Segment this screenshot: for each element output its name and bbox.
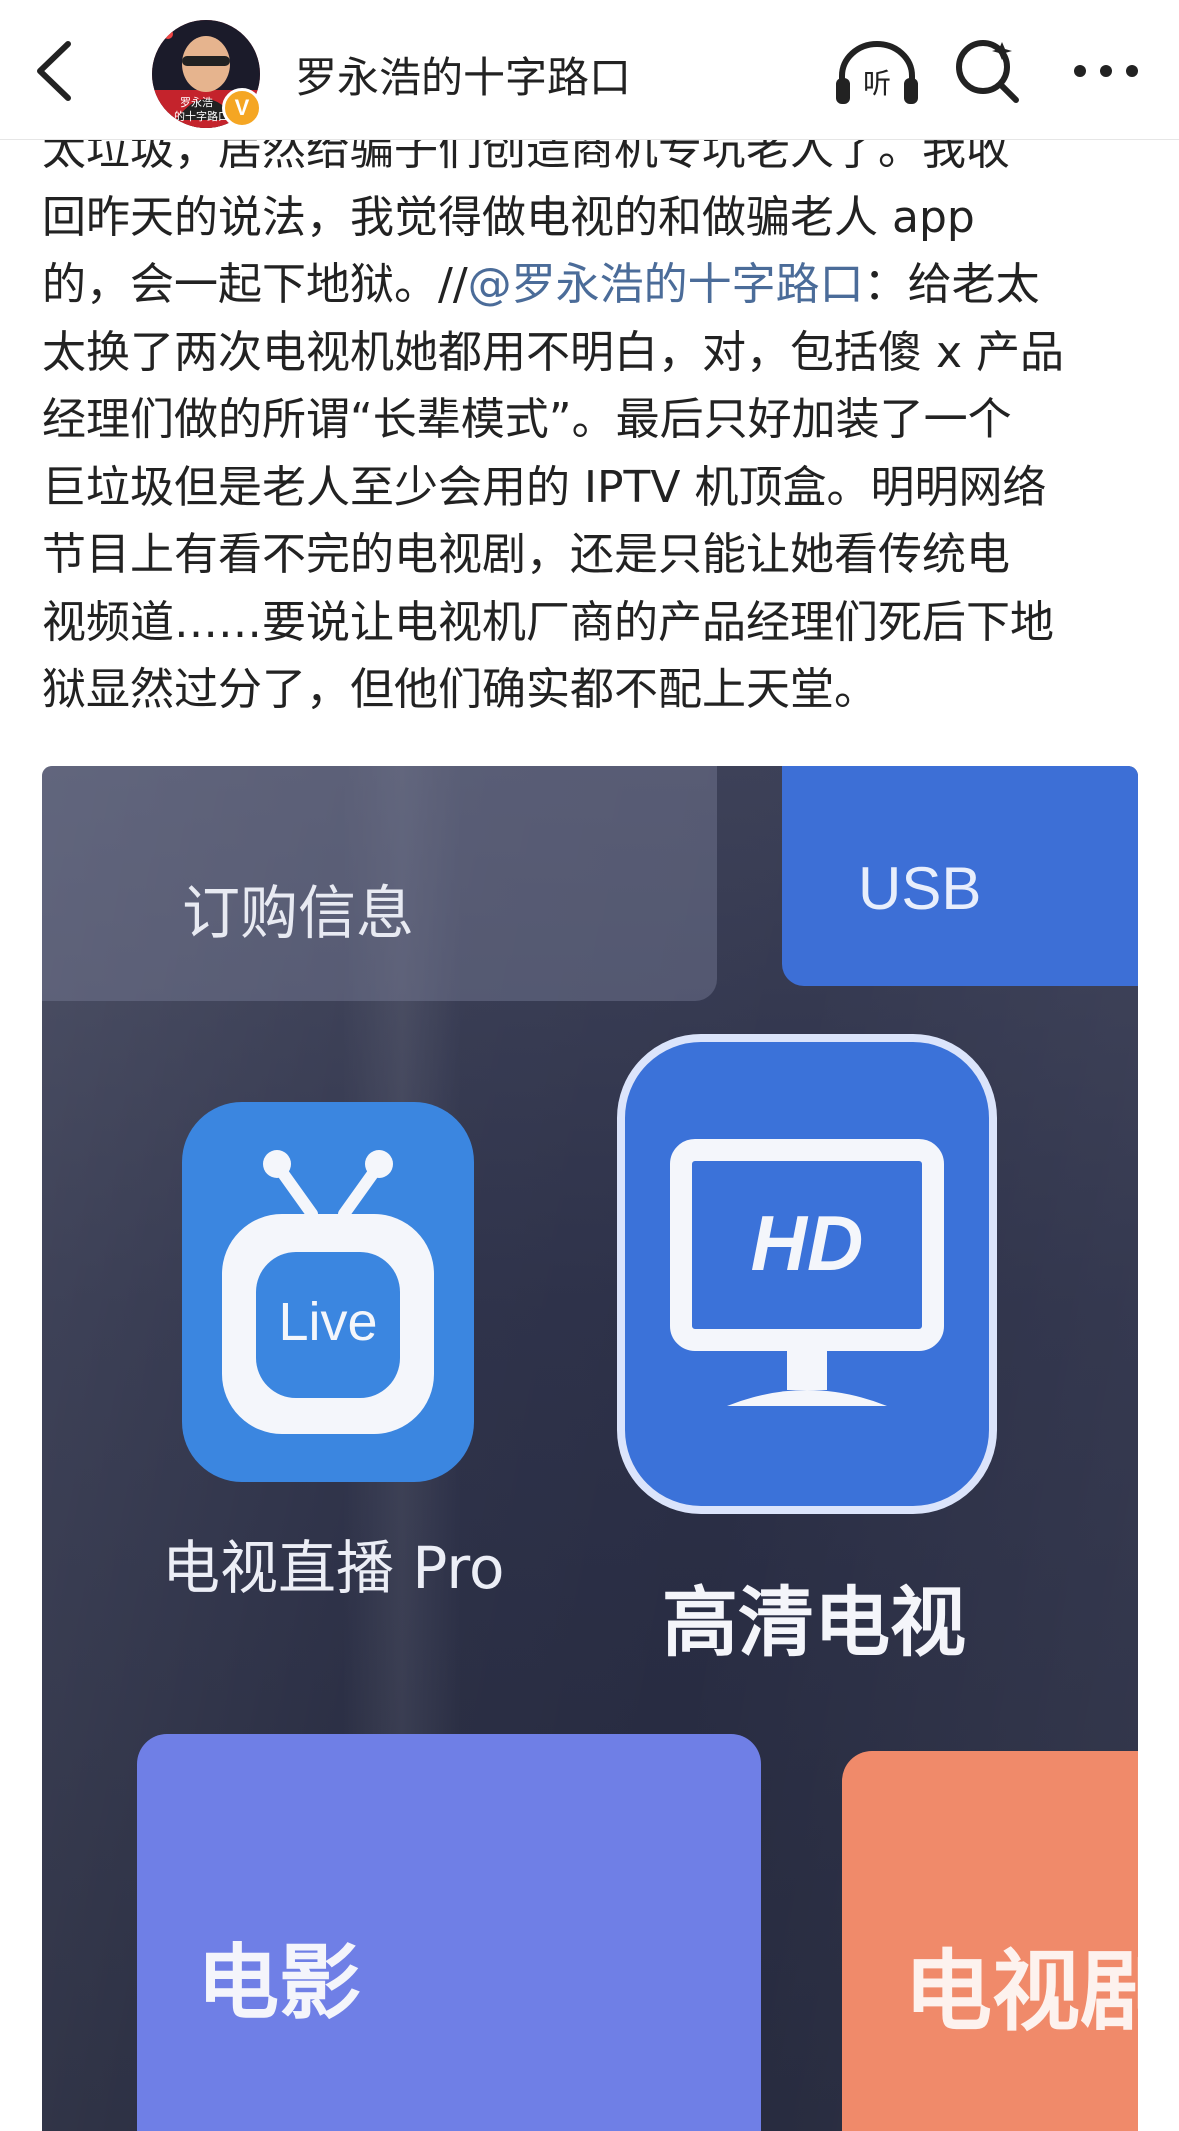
hd-tv-icon: HD xyxy=(617,1034,997,1514)
post-text-segment: ：给老太 xyxy=(863,259,1040,310)
verified-badge: V xyxy=(222,88,262,128)
tile-movie: 电影 xyxy=(137,1734,761,2131)
tile-order-info: 订购信息 xyxy=(42,766,717,1001)
chevron-left-icon[interactable] xyxy=(28,36,88,106)
post-line: 节目上有看不完的电视剧，还是只能让她看传统电 xyxy=(42,529,1010,580)
live-app-label: 电视直播 Pro xyxy=(162,1534,505,1602)
post-line: 视频道……要说让电视机厂商的产品经理们死后下地 xyxy=(42,596,1054,648)
tile-tv-series-label: 电视剧 xyxy=(904,1940,1138,2043)
avatar-caption-2: 的十字路口 xyxy=(174,110,229,123)
post-line: 太换了两次电视机她都用不明白，对，包括傻 x 产品 xyxy=(42,326,1065,378)
listen-label: 听 xyxy=(863,67,891,100)
weibo-post-page: 罗永浩 的十字路口 V 罗永浩的十字路口 听 太垃圾，居然给骗子们创造商机专坑老… xyxy=(0,0,1179,2131)
tile-movie-label: 电影 xyxy=(197,1936,362,2031)
post-line: 巨垃圾但是老人至少会用的 IPTV 机顶盒。明明网络 xyxy=(42,461,1047,513)
tile-usb-label: USB xyxy=(858,855,982,922)
tile-usb: USB xyxy=(782,766,1138,986)
tile-tv-series: 电视剧 xyxy=(842,1751,1138,2131)
account-name[interactable]: 罗永浩的十字路口 xyxy=(295,44,631,105)
headphones-icon[interactable]: 听 xyxy=(832,38,922,108)
mention-link[interactable]: @罗永浩的十字路口 xyxy=(468,259,864,310)
post-image[interactable]: 订购信息 USB Live 电视直播 Pro HD 高清电视 电影 电视剧 xyxy=(42,766,1138,2131)
hd-icon-text: HD xyxy=(751,1199,864,1287)
post-body: 太垃圾，居然给骗子们创造商机专坑老人了。我收 回昨天的说法，我觉得做电视的和做骗… xyxy=(42,116,1142,724)
post-text-segment: 的，会一起下地狱。// xyxy=(42,259,468,310)
live-icon-text: Live xyxy=(278,1292,377,1352)
hd-app-label: 高清电视 xyxy=(662,1578,966,1667)
tile-order-info-label: 订购信息 xyxy=(182,879,415,947)
post-line: 回昨天的说法，我觉得做电视的和做骗老人 app xyxy=(42,191,975,243)
post-line: 经理们做的所谓“长辈模式”。最后只好加装了一个 xyxy=(42,394,1012,445)
search-icon[interactable] xyxy=(952,36,1022,106)
more-dots-icon[interactable] xyxy=(1070,46,1142,96)
post-line: 狱显然过分了，但他们确实都不配上天堂。 xyxy=(42,664,878,715)
post-line-with-mention: 的，会一起下地狱。//@罗永浩的十字路口：给老太 xyxy=(42,251,1142,319)
top-nav-bar: 罗永浩 的十字路口 V 罗永浩的十字路口 听 xyxy=(0,0,1179,140)
live-tv-icon: Live xyxy=(182,1102,474,1482)
